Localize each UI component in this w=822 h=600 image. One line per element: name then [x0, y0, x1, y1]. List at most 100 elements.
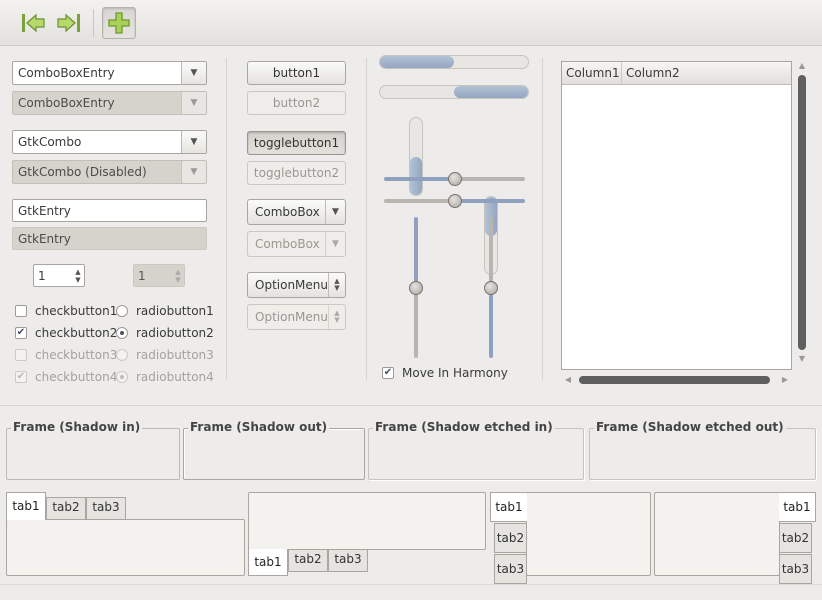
notebook-right-tab-3[interactable]: tab3 [779, 554, 812, 584]
notebook-left-page [526, 492, 651, 576]
hscale-2[interactable] [384, 194, 525, 208]
radiobutton-label: radiobutton4 [136, 370, 214, 384]
move-in-harmony-check[interactable]: ✔ Move In Harmony [382, 365, 508, 381]
notebook-right-page [654, 492, 780, 576]
combobox[interactable]: ComboBox ▼ [247, 199, 346, 225]
checkmark-icon[interactable]: ✔ [15, 327, 27, 339]
spin-button-disabled: 1 ▲ ▼ [133, 264, 185, 287]
notebook-top-page [6, 519, 245, 576]
scale-slider-handle[interactable] [409, 281, 423, 295]
gtk-entry[interactable]: GtkEntry [12, 199, 207, 222]
radiobutton-3: radiobutton3 [116, 347, 214, 363]
combobox-label[interactable]: ComboBox [248, 200, 325, 224]
frame-label: Frame (Shadow out) [188, 420, 330, 434]
forward-arrow-icon [57, 13, 80, 33]
scroll-down-icon[interactable]: ▼ [796, 354, 808, 364]
combobox-entry[interactable]: ComboBoxEntry ▼ [12, 61, 207, 85]
column-header-1[interactable]: Column1 [562, 62, 622, 84]
scale-slider-handle[interactable] [448, 194, 462, 208]
notebook-bottom-tab-1[interactable]: tab1 [248, 549, 288, 576]
checkbox-icon [15, 349, 27, 361]
notebook-right-tab-1[interactable]: tab1 [779, 492, 816, 522]
button2: button2 [247, 91, 346, 115]
chevron-down-icon[interactable]: ▼ [182, 131, 206, 153]
checkbutton-1[interactable]: checkbutton1 [15, 303, 117, 319]
radio-selected-icon[interactable] [116, 327, 128, 339]
checkbutton-label: checkbutton3 [35, 348, 118, 362]
back-button[interactable] [18, 8, 48, 38]
checkbox-icon[interactable] [15, 305, 27, 317]
notebook-left-tab-2[interactable]: tab2 [494, 523, 527, 553]
vertical-separator [226, 58, 227, 380]
notebook-bottom-tab-3[interactable]: tab3 [328, 549, 368, 572]
checkmark-icon: ✔ [15, 371, 27, 383]
combobox-disabled: ComboBox ▼ [247, 231, 346, 257]
vscale-1[interactable] [409, 217, 423, 358]
scrollbar-thumb[interactable] [798, 75, 806, 350]
radio-icon[interactable] [116, 305, 128, 317]
button1[interactable]: button1 [247, 61, 346, 85]
hscale-1[interactable] [384, 172, 525, 186]
scrollbar-thumb[interactable] [579, 376, 770, 384]
back-arrow-icon [22, 13, 45, 33]
vscale-2[interactable] [484, 217, 498, 358]
progress-fill [454, 86, 528, 98]
spin-value-disabled: 1 [138, 269, 146, 283]
updown-arrows-icon[interactable]: ▲ ▼ [328, 273, 345, 297]
optionmenu-label[interactable]: OptionMenu [248, 273, 328, 297]
combobox-entry-text[interactable]: ComboBoxEntry [13, 62, 182, 84]
radiobutton-1[interactable]: radiobutton1 [116, 303, 214, 319]
scale-slider-handle[interactable] [484, 281, 498, 295]
forward-button[interactable] [54, 8, 84, 38]
add-button[interactable] [102, 7, 136, 39]
tree-view[interactable]: Column1 Column2 [561, 61, 792, 370]
gtk-combo-disabled-text: GtkCombo (Disabled) [13, 161, 182, 183]
radiobutton-2[interactable]: radiobutton2 [116, 325, 214, 341]
checkbutton-label: checkbutton4 [35, 370, 118, 384]
notebook-bottom-tab-2[interactable]: tab2 [288, 549, 328, 572]
radiobutton-label: radiobutton1 [136, 304, 214, 318]
optionmenu-disabled-label: OptionMenu [255, 310, 328, 324]
combobox-disabled-label: ComboBox [255, 237, 320, 251]
notebook-top-tab-3[interactable]: tab3 [86, 497, 126, 520]
spin-button[interactable]: 1 ▲ ▼ [33, 264, 85, 287]
chevron-down-icon: ▼ [182, 92, 206, 114]
checkmark-icon[interactable]: ✔ [382, 367, 394, 379]
frame-shadow-out: Frame (Shadow out) [183, 420, 365, 480]
window-bottom-edge [0, 584, 822, 600]
notebook-left-tab-1[interactable]: tab1 [490, 492, 527, 522]
scroll-left-icon[interactable]: ◀ [561, 375, 575, 385]
checkbutton-2[interactable]: ✔ checkbutton2 [15, 325, 117, 341]
spin-value[interactable]: 1 [34, 265, 72, 286]
notebook-left-tab-3[interactable]: tab3 [494, 554, 527, 584]
scale-slider-handle[interactable] [448, 172, 462, 186]
scroll-up-icon[interactable]: ▲ [796, 61, 808, 71]
radiobutton-4: radiobutton4 [116, 369, 214, 385]
scroll-right-icon[interactable]: ▶ [778, 375, 792, 385]
notebook-top-tab-2[interactable]: tab2 [46, 497, 86, 520]
tree-horizontal-scrollbar[interactable]: ◀ ▶ [561, 374, 792, 386]
frame-shadow-in: Frame (Shadow in) [6, 420, 180, 480]
spin-arrows-icon: ▲ ▼ [175, 267, 181, 284]
gtk-combo-disabled: GtkCombo (Disabled) ▼ [12, 160, 207, 184]
add-icon [108, 12, 130, 34]
combobox-entry-disabled: ComboBoxEntry ▼ [12, 91, 207, 115]
progress-bar-horizontal-1 [379, 55, 529, 69]
optionmenu[interactable]: OptionMenu ▲ ▼ [247, 272, 346, 298]
chevron-down-icon[interactable]: ▼ [325, 200, 345, 224]
radio-icon [116, 349, 128, 361]
gtk-combo-text[interactable]: GtkCombo [13, 131, 182, 153]
tree-vertical-scrollbar[interactable]: ▲ ▼ [796, 61, 808, 370]
notebook-top-tab-1[interactable]: tab1 [6, 492, 46, 520]
checkbutton-label: checkbutton1 [35, 304, 118, 318]
column-header-2[interactable]: Column2 [622, 62, 791, 84]
chevron-down-icon[interactable]: ▼ [182, 62, 206, 84]
spin-arrows-icon[interactable]: ▲ ▼ [72, 265, 84, 286]
chevron-down-icon: ▼ [182, 161, 206, 183]
tree-header: Column1 Column2 [562, 62, 791, 85]
gtk-combo[interactable]: GtkCombo ▼ [12, 130, 207, 154]
gtk-entry-disabled: GtkEntry [12, 227, 207, 250]
notebook-right-tab-2[interactable]: tab2 [779, 523, 812, 553]
togglebutton1[interactable]: togglebutton1 [247, 131, 346, 155]
progress-bar-horizontal-2 [379, 85, 529, 99]
